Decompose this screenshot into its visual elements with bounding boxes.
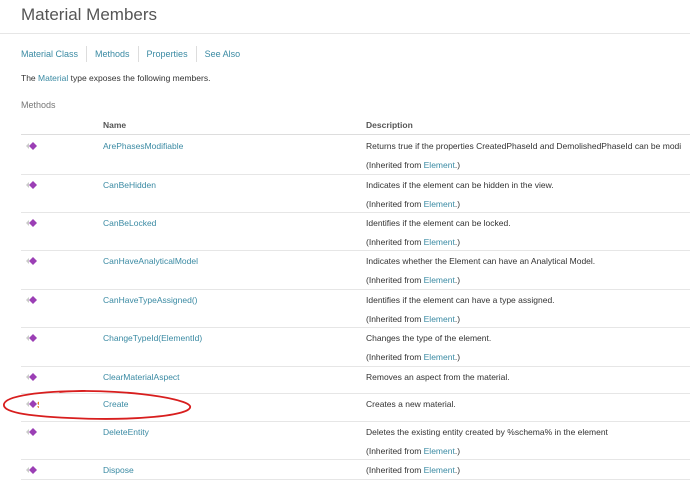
page-title: Material Members [21,5,158,24]
inherited-from: (Inherited from Element.) [366,199,460,209]
method-name-link[interactable]: CanHaveAnalyticalModel [103,256,198,266]
inherited-from: (Inherited from Element.) [366,465,460,475]
inherited-prefix: (Inherited from [366,199,424,209]
inherited-from: (Inherited from Element.) [366,314,460,324]
red-circle-annotation [3,390,191,420]
inherited-element-link[interactable]: Element [424,352,455,362]
method-name-link[interactable]: CanBeHidden [103,180,156,190]
table-row: CanBeLocked Identifies if the element can… [21,212,690,251]
method-description: Returns true if the properties CreatedPh… [366,141,682,151]
table-row: CanHaveTypeAssigned() Identifies if the e… [21,289,690,328]
inherited-suffix: .) [454,465,461,475]
inherited-element-link[interactable]: Element [424,446,455,456]
inherited-element-link[interactable]: Element [424,199,455,209]
inherited-from: (Inherited from Element.) [366,446,460,456]
method-description: Creates a new material. [366,399,456,409]
section-tabs: Material Class Methods Properties See Al… [21,46,248,62]
method-icon [26,373,37,381]
table-row: DeleteEntity Deletes the existing entity … [21,421,690,460]
method-icon [26,142,37,150]
method-name-link[interactable]: DeleteEntity [103,427,149,437]
method-icon [26,181,37,189]
method-icon [26,428,37,436]
inherited-suffix: .) [454,352,461,362]
method-icon [26,466,37,474]
tab-methods[interactable]: Methods [86,46,138,62]
inherited-suffix: .) [454,446,461,456]
inherited-from: (Inherited from Element.) [366,352,460,362]
table-row: ChangeTypeId(ElementId) Changes the type … [21,327,690,367]
method-icon [26,296,37,304]
inherited-prefix: (Inherited from [366,314,424,324]
method-description: Changes the type of the element. [366,333,492,343]
inherited-suffix: .) [454,160,461,170]
method-icon [26,334,37,342]
method-name-link[interactable]: ClearMaterialAspect [103,372,180,382]
intro-after: type exposes the following members. [68,73,211,83]
method-description: Identifies if the element can be locked. [366,218,511,228]
table-row: Dispose (Inherited from Element.) [21,459,690,480]
method-icon [26,257,37,265]
inherited-element-link[interactable]: Element [424,275,455,285]
inherited-prefix: (Inherited from [366,237,424,247]
inherited-prefix: (Inherited from [366,446,424,456]
method-name-link[interactable]: ArePhasesModifiable [103,141,183,151]
inherited-from: (Inherited from Element.) [366,160,460,170]
method-name-link[interactable]: ChangeTypeId(ElementId) [103,333,202,343]
table-row: ArePhasesModifiable Returns true if the p… [21,135,690,175]
inherited-prefix: (Inherited from [366,465,424,475]
tab-properties[interactable]: Properties [137,46,196,62]
method-description: Indicates whether the Element can have a… [366,256,596,266]
inherited-from: (Inherited from Element.) [366,237,460,247]
material-link[interactable]: Material [38,73,68,83]
inherited-from: (Inherited from Element.) [366,275,460,285]
inherited-suffix: .) [454,275,461,285]
method-icon [26,219,37,227]
inherited-element-link[interactable]: Element [424,237,455,247]
inherited-element-link[interactable]: Element [424,160,455,170]
description-column-header: Description [366,120,413,130]
inherited-element-link[interactable]: Element [424,465,455,475]
tab-see-also[interactable]: See Also [195,46,249,62]
inherited-suffix: .) [454,237,461,247]
method-name-link[interactable]: Dispose [103,465,134,475]
intro-before: The [21,73,39,83]
tab-material-class[interactable]: Material Class [21,46,86,62]
method-name-link[interactable]: CanBeLocked [103,218,156,228]
title-divider [0,33,690,34]
table-row: CanHaveAnalyticalModel Indicates whether … [21,250,690,290]
inherited-suffix: .) [454,199,461,209]
table-row: CanBeHidden Indicates if the element can … [21,174,690,213]
method-description: Identifies if the element can have a typ… [366,295,555,305]
inherited-prefix: (Inherited from [366,275,424,285]
method-name-link[interactable]: CanHaveTypeAssigned() [103,295,198,305]
methods-heading: Methods [21,100,56,110]
inherited-element-link[interactable]: Element [424,314,455,324]
method-description: Indicates if the element can be hidden i… [366,180,554,190]
method-description: Deletes the existing entity created by %… [366,427,608,437]
inherited-prefix: (Inherited from [366,352,424,362]
method-description: Removes an aspect from the material. [366,372,510,382]
intro-text: The Material type exposes the following … [21,73,210,83]
name-column-header: Name [103,120,127,130]
inherited-suffix: .) [454,314,461,324]
inherited-prefix: (Inherited from [366,160,424,170]
